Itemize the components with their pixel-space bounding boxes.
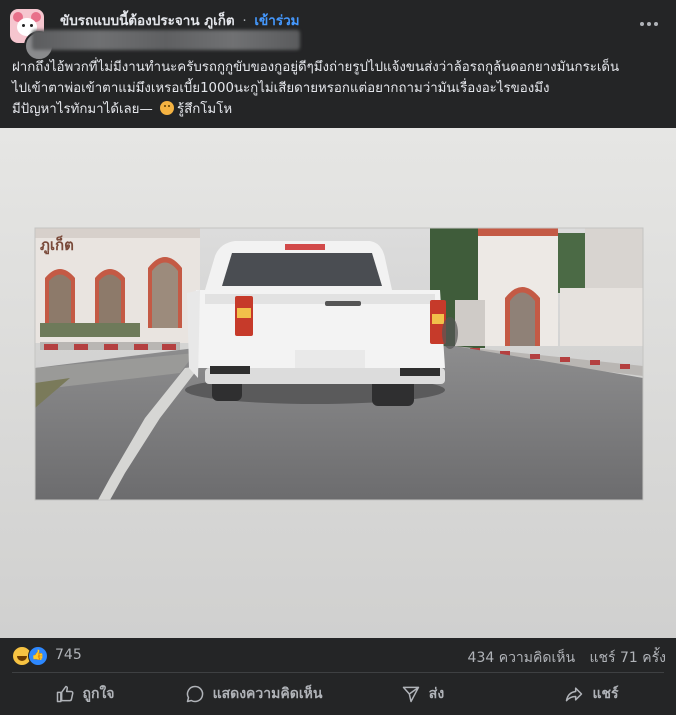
group-title-line: ขับรถแบบนี้ต้องประจาน ภูเก็ต · เข้าร่วม: [60, 9, 300, 31]
group-name-link[interactable]: ขับรถแบบนี้ต้องประจาน ภูเก็ต: [60, 13, 235, 29]
post-text-line3: มีปัญหาไรทักมาได้เลย—: [12, 102, 153, 117]
more-options-icon[interactable]: [640, 18, 662, 30]
comment-label: แสดงความคิดเห็น: [212, 686, 323, 702]
post-stats-bar: 👍 745 434 ความคิดเห็น แชร์ 71 ครั้ง: [0, 640, 676, 670]
post-photo[interactable]: ภูเก็ต: [0, 128, 676, 638]
send-button[interactable]: ส่ง: [338, 676, 507, 712]
post-text-line: มีปัญหาไรทักมาได้เลย— รู้สึกโมโห: [12, 99, 667, 120]
join-group-link[interactable]: เข้าร่วม: [254, 13, 299, 29]
comment-count-link[interactable]: 434 ความคิดเห็น: [468, 650, 576, 666]
building-sign-text: ภูเก็ต: [40, 235, 74, 255]
post-header: ขับรถแบบนี้ต้องประจาน ภูเก็ต · เข้าร่วม: [0, 0, 676, 61]
separator-dot: ·: [242, 13, 247, 29]
share-count-link[interactable]: แชร์ 71 ครั้ง: [590, 650, 666, 666]
reaction-icons[interactable]: 👍: [12, 646, 50, 666]
send-label: ส่ง: [428, 686, 445, 702]
post-text-line: ไปเข้าตาพ่อเข้าตาแม่มึงเหรอเบี้ย1000นะกู…: [12, 81, 550, 96]
post-action-bar: ถูกใจ แสดงความคิดเห็น ส่ง แชร์: [0, 676, 676, 712]
reaction-count[interactable]: 745: [55, 647, 82, 663]
comment-button[interactable]: แสดงความคิดเห็น: [169, 676, 338, 712]
photo-scene: ภูเก็ต: [0, 128, 676, 638]
send-icon: [402, 686, 420, 703]
share-arrow-icon: [566, 687, 583, 702]
feeling-text: รู้สึกโมโห: [176, 102, 233, 117]
angry-face-emoji-icon: [159, 101, 174, 115]
thumbs-up-icon: [56, 685, 74, 703]
author-name-blurred: [32, 30, 300, 50]
printed-photo: ภูเก็ต: [34, 227, 644, 501]
like-button[interactable]: ถูกใจ: [0, 676, 169, 712]
post-body-text: ฝากถึงไอ้พวกที่ไม่มีงานทำนะครับรถกูกูขับ…: [12, 57, 667, 120]
post-text-line: ฝากถึงไอ้พวกที่ไม่มีงานทำนะครับรถกูกูขับ…: [12, 60, 620, 75]
share-button[interactable]: แชร์: [507, 676, 676, 712]
engagement-counts: 434 ความคิดเห็น แชร์ 71 ครั้ง: [458, 647, 666, 669]
divider: [12, 672, 664, 673]
comment-bubble-icon: [186, 685, 203, 703]
like-label: ถูกใจ: [82, 686, 115, 702]
like-reaction-icon: 👍: [28, 646, 48, 666]
share-label: แชร์: [592, 686, 619, 702]
